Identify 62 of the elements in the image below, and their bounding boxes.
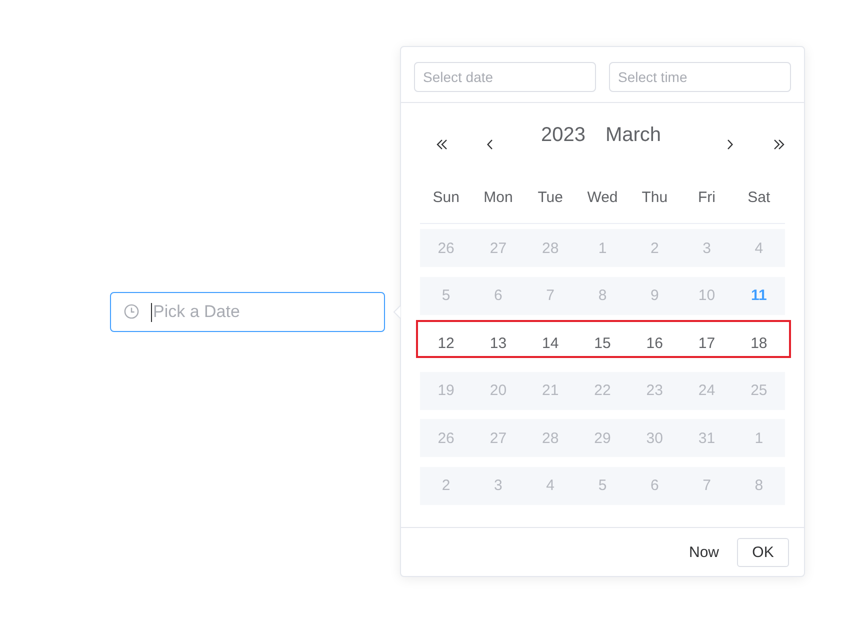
day-cell: 7 bbox=[680, 466, 733, 505]
day-cell: 8 bbox=[576, 276, 629, 315]
day-cell: 5 bbox=[576, 466, 629, 505]
day-cell: 6 bbox=[472, 276, 524, 315]
day-cell: 8 bbox=[732, 466, 785, 505]
day-cell: 30 bbox=[628, 419, 681, 458]
day-cell: 20 bbox=[472, 372, 524, 410]
text-cursor-icon bbox=[151, 303, 152, 322]
day-cell: 3 bbox=[472, 466, 524, 505]
day-cell: 21 bbox=[524, 372, 576, 410]
weekday-label: Mon bbox=[484, 188, 513, 206]
day-cell[interactable]: 17 bbox=[680, 324, 733, 362]
time-field[interactable]: Select time bbox=[609, 62, 791, 92]
clock-icon bbox=[124, 304, 139, 319]
weekday-label: Tue bbox=[538, 188, 563, 206]
double-left-chevron-icon[interactable] bbox=[436, 139, 448, 150]
day-cell: 11 bbox=[732, 276, 785, 315]
day-cell: 29 bbox=[576, 419, 629, 458]
day-cell: 9 bbox=[628, 276, 681, 315]
day-cell: 2 bbox=[420, 466, 472, 505]
month-label[interactable]: March bbox=[605, 123, 662, 147]
day-cell: 23 bbox=[628, 372, 681, 410]
weekday-label: Sun bbox=[432, 188, 460, 206]
day-cell: 26 bbox=[420, 229, 472, 267]
day-cell: 1 bbox=[732, 419, 785, 458]
left-chevron-icon[interactable] bbox=[487, 139, 493, 150]
year-label[interactable]: 2023 bbox=[540, 123, 586, 147]
day-cell[interactable]: 16 bbox=[628, 324, 681, 362]
day-cell: 26 bbox=[420, 419, 472, 458]
day-cell: 31 bbox=[680, 419, 733, 458]
date-field[interactable]: Select date bbox=[414, 62, 596, 92]
day-cell: 28 bbox=[524, 419, 576, 458]
day-cell: 10 bbox=[680, 276, 733, 315]
date-input[interactable]: Pick a Date bbox=[110, 292, 385, 332]
day-cell: 4 bbox=[732, 229, 785, 267]
day-cell: 25 bbox=[732, 372, 785, 410]
day-cell: 19 bbox=[420, 372, 472, 410]
day-cell: 6 bbox=[628, 466, 681, 505]
day-cell[interactable]: 15 bbox=[576, 324, 629, 362]
day-cell: 5 bbox=[420, 276, 472, 315]
weekday-label: Fri bbox=[698, 188, 716, 206]
day-cell: 24 bbox=[680, 372, 733, 410]
day-cell[interactable]: 14 bbox=[524, 324, 576, 362]
day-cell: 7 bbox=[524, 276, 576, 315]
right-chevron-icon[interactable] bbox=[727, 139, 733, 150]
day-cell[interactable]: 12 bbox=[420, 324, 472, 362]
day-cell: 3 bbox=[680, 229, 733, 267]
double-right-chevron-icon[interactable] bbox=[773, 139, 785, 150]
day-cell: 28 bbox=[524, 229, 576, 267]
weekday-label: Thu bbox=[642, 188, 668, 206]
day-cell: 2 bbox=[628, 229, 681, 267]
ok-button[interactable]: OK bbox=[737, 538, 789, 566]
day-cell: 27 bbox=[472, 229, 524, 267]
day-cell[interactable]: 13 bbox=[472, 324, 524, 362]
day-cell: 22 bbox=[576, 372, 629, 410]
day-cell: 27 bbox=[472, 419, 524, 458]
weekday-label: Sat bbox=[748, 188, 770, 206]
day-cell[interactable]: 18 bbox=[732, 324, 785, 362]
weekday-label: Wed bbox=[587, 188, 618, 206]
day-cell: 4 bbox=[524, 466, 576, 505]
now-button[interactable]: Now bbox=[684, 542, 723, 562]
day-cell: 1 bbox=[576, 229, 629, 267]
